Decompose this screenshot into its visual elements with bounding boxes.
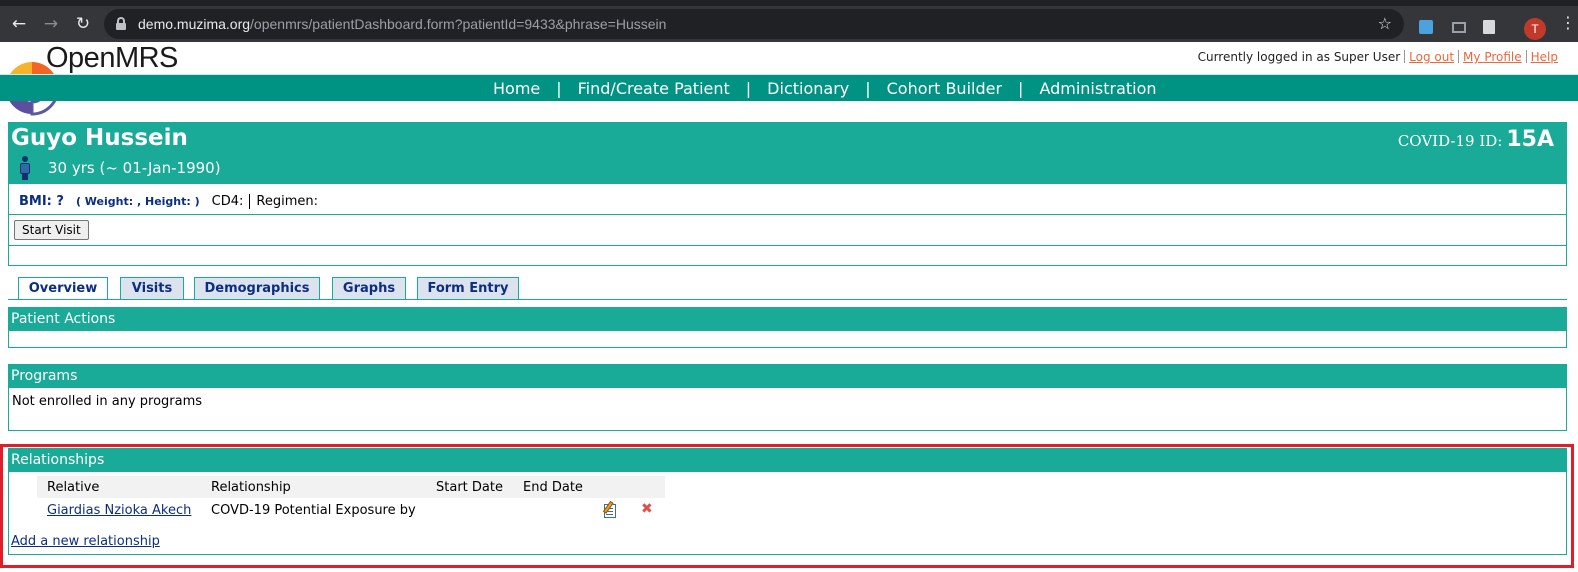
logout-link[interactable]: Log out — [1409, 50, 1454, 64]
nav-cohort-builder[interactable]: Cohort Builder — [887, 79, 1002, 98]
column-end-date: End Date — [523, 480, 583, 495]
browser-toolbar: ← → ↻ demo.muzima.org/openmrs/patientDas… — [0, 6, 1578, 42]
tab-overview[interactable]: Overview — [18, 277, 108, 300]
relative-link[interactable]: Giardias Nzioka Akech — [47, 503, 191, 518]
cd4-label: CD4: — [211, 194, 251, 209]
logo-text: OpenMRS — [46, 42, 178, 74]
nav-administration[interactable]: Administration — [1039, 79, 1156, 98]
help-link[interactable]: Help — [1531, 50, 1558, 64]
divider — [9, 214, 1566, 215]
tab-form-entry[interactable]: Form Entry — [417, 277, 519, 299]
patient-id-value: 15A — [1506, 127, 1554, 152]
edit-icon[interactable] — [602, 500, 619, 518]
column-relative: Relative — [47, 480, 100, 495]
nav-home[interactable]: Home — [493, 79, 540, 98]
bmi-label: BMI: ? — [19, 194, 64, 209]
patient-age: 30 yrs (~ 01-Jan-1990) — [48, 159, 221, 177]
star-icon[interactable]: ☆ — [1378, 14, 1392, 33]
programs-box: Not enrolled in any programs — [8, 388, 1567, 431]
extension-cast-icon[interactable] — [1452, 22, 1466, 33]
relationship-type: COVD-19 Potential Exposure by — [211, 503, 416, 518]
url-path: /openmrs/patientDashboard.form?patientId… — [250, 16, 667, 32]
tab-underline — [8, 299, 1567, 300]
url-host: demo.muzima.org — [138, 16, 251, 32]
forward-arrow-icon[interactable]: → — [41, 14, 61, 34]
extension-sync-icon[interactable] — [1419, 20, 1433, 34]
programs-header: Programs — [8, 364, 1567, 388]
extension-document-icon[interactable] — [1483, 20, 1495, 34]
male-person-icon — [18, 156, 32, 180]
patient-id-label: COVID-19 ID: — [1397, 132, 1503, 150]
user-bar: Currently logged in as Super User Log out… — [1198, 50, 1558, 64]
vitals-row: BMI: ? ( Weight: , Height: ) CD4: Regimen: — [19, 194, 318, 209]
relationships-header: Relationships — [8, 448, 1567, 472]
patient-actions-box — [8, 331, 1567, 348]
logged-in-text: Currently logged in as Super User — [1197, 50, 1401, 64]
add-relationship-link[interactable]: Add a new relationship — [11, 534, 160, 549]
table-row: Giardias Nzioka Akech COVD-19 Potential … — [37, 500, 665, 522]
lock-icon[interactable] — [116, 17, 126, 30]
nav-find-create-patient[interactable]: Find/Create Patient — [578, 79, 730, 98]
tab-graphs[interactable]: Graphs — [332, 277, 406, 299]
patient-header: Guyo Hussein 30 yrs (~ 01-Jan-1990) COVI… — [8, 122, 1567, 184]
back-arrow-icon[interactable]: ← — [9, 14, 29, 34]
tab-demographics[interactable]: Demographics — [194, 277, 320, 299]
divider — [9, 245, 1566, 246]
url-text[interactable]: demo.muzima.org/openmrs/patientDashboard… — [138, 16, 666, 32]
patient-actions-header: Patient Actions — [8, 307, 1567, 331]
relationships-table-header: Relative Relationship Start Date End Dat… — [37, 476, 665, 498]
patient-summary-bar: BMI: ?( Weight: , Height: ) CD4: Regimen: … — [8, 184, 1567, 266]
column-start-date: Start Date — [436, 480, 503, 495]
main-navbar: Home | Find/Create Patient | Dictionary | Coho… — [0, 74, 1578, 101]
regimen-label: Regimen: — [256, 194, 318, 209]
programs-text: Not enrolled in any programs — [12, 394, 203, 409]
reload-icon[interactable]: ↻ — [73, 14, 93, 34]
tab-visits[interactable]: Visits — [120, 277, 184, 299]
nav-dictionary[interactable]: Dictionary — [767, 79, 849, 98]
menu-icon[interactable]: ⋮ — [1560, 15, 1576, 31]
address-bar[interactable]: demo.muzima.org/openmrs/patientDashboard… — [104, 9, 1404, 39]
profile-avatar[interactable]: T — [1524, 18, 1546, 40]
delete-icon[interactable]: ✖ — [641, 501, 653, 517]
patient-name: Guyo Hussein — [11, 125, 188, 151]
weight-height-label: ( Weight: , Height: ) — [75, 195, 200, 208]
patient-identifier: COVID-19 ID: 15A — [1398, 127, 1554, 152]
start-visit-button[interactable]: Start Visit — [14, 220, 89, 240]
my-profile-link[interactable]: My Profile — [1463, 50, 1522, 64]
column-relationship: Relationship — [211, 480, 291, 495]
